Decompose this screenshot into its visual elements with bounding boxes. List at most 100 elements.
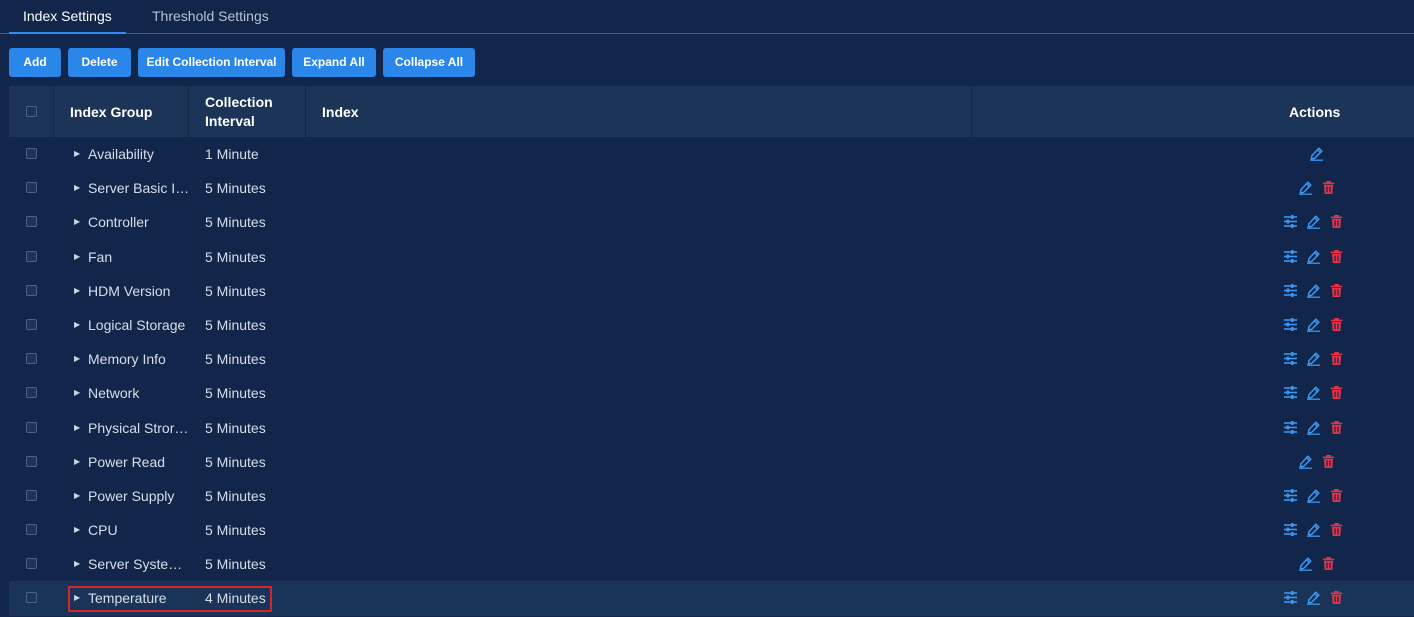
settings-sliders-icon[interactable]: [1283, 420, 1298, 435]
expand-caret-icon[interactable]: ▶: [74, 205, 80, 239]
edit-icon[interactable]: [1306, 351, 1321, 366]
tab-index-settings[interactable]: Index Settings: [9, 0, 126, 34]
row-checkbox[interactable]: [26, 216, 37, 228]
table-row[interactable]: ▶ Server Basic Info 5 Minutes: [9, 171, 1414, 206]
expand-caret-icon[interactable]: ▶: [74, 547, 80, 581]
edit-icon[interactable]: [1306, 522, 1321, 537]
index-group-name: Power Read: [88, 453, 166, 470]
expand-caret-icon[interactable]: ▶: [74, 274, 80, 308]
edit-icon[interactable]: [1306, 420, 1321, 435]
row-checkbox[interactable]: [26, 148, 37, 159]
edit-icon[interactable]: [1306, 214, 1321, 230]
settings-sliders-icon[interactable]: [1283, 249, 1298, 264]
row-checkbox[interactable]: [26, 455, 37, 467]
table-row[interactable]: ▶ Availability 1 Minute: [9, 137, 1414, 172]
delete-icon[interactable]: [1321, 454, 1336, 469]
index-group-name: Network: [88, 385, 140, 402]
expand-caret-icon[interactable]: ▶: [74, 479, 80, 513]
collection-interval-value: 5 Minutes: [205, 385, 266, 402]
collection-interval-value: 5 Minutes: [205, 282, 266, 299]
settings-sliders-icon[interactable]: [1283, 385, 1298, 400]
row-checkbox[interactable]: [26, 387, 37, 399]
index-group-name: Server Basic Info: [88, 180, 190, 197]
edit-icon[interactable]: [1309, 146, 1324, 161]
table-row[interactable]: ▶ Logical Storage 5 Minutes: [9, 307, 1414, 343]
expand-all-button[interactable]: Expand All: [292, 48, 376, 77]
table-row[interactable]: ▶ Controller 5 Minutes: [9, 205, 1414, 240]
add-button[interactable]: Add: [9, 48, 61, 77]
expand-caret-icon[interactable]: ▶: [74, 137, 80, 171]
row-checkbox[interactable]: [26, 421, 37, 433]
delete-button[interactable]: Delete: [68, 48, 131, 77]
edit-icon[interactable]: [1306, 317, 1321, 332]
table-row[interactable]: ▶ Power Supply 5 Minutes: [9, 478, 1414, 514]
delete-icon[interactable]: [1321, 556, 1336, 571]
edit-icon[interactable]: [1306, 590, 1321, 606]
edit-icon[interactable]: [1298, 454, 1313, 469]
delete-icon[interactable]: [1329, 488, 1344, 503]
delete-icon[interactable]: [1329, 249, 1344, 264]
collapse-all-button[interactable]: Collapse All: [383, 48, 475, 77]
table-row[interactable]: ▶ Power Read 5 Minutes: [9, 444, 1414, 479]
table-row[interactable]: ▶ Server System ... 5 Minutes: [9, 547, 1414, 582]
edit-icon[interactable]: [1306, 283, 1321, 298]
row-checkbox[interactable]: [26, 353, 37, 365]
table-row[interactable]: ▶ Temperature 4 Minutes: [9, 581, 1414, 616]
expand-caret-icon[interactable]: ▶: [74, 376, 80, 410]
row-checkbox[interactable]: [26, 592, 37, 604]
delete-icon[interactable]: [1329, 317, 1344, 332]
settings-sliders-icon[interactable]: [1283, 488, 1298, 503]
delete-icon[interactable]: [1329, 214, 1344, 229]
settings-sliders-icon[interactable]: [1283, 283, 1298, 298]
row-checkbox[interactable]: [26, 284, 37, 296]
collection-interval-value: 5 Minutes: [205, 316, 266, 333]
edit-icon[interactable]: [1306, 488, 1321, 503]
delete-icon[interactable]: [1329, 420, 1344, 435]
row-checkbox[interactable]: [26, 489, 37, 501]
delete-icon[interactable]: [1329, 522, 1344, 537]
table-row[interactable]: ▶ HDM Version 5 Minutes: [9, 273, 1414, 308]
delete-icon[interactable]: [1329, 385, 1344, 400]
row-checkbox[interactable]: [26, 524, 37, 536]
delete-icon[interactable]: [1329, 283, 1344, 298]
expand-caret-icon[interactable]: ▶: [74, 445, 80, 479]
expand-caret-icon[interactable]: ▶: [74, 411, 80, 445]
edit-collection-interval-button[interactable]: Edit Collection Interval: [138, 48, 285, 77]
edit-icon[interactable]: [1298, 180, 1313, 196]
expand-caret-icon[interactable]: ▶: [74, 513, 80, 547]
settings-sliders-icon[interactable]: [1283, 522, 1298, 537]
table-row[interactable]: ▶ Fan 5 Minutes: [9, 239, 1414, 274]
delete-icon[interactable]: [1329, 590, 1344, 605]
edit-icon[interactable]: [1306, 249, 1321, 264]
edit-icon[interactable]: [1298, 556, 1313, 572]
collection-interval-value: 4 Minutes: [205, 590, 266, 607]
expand-caret-icon[interactable]: ▶: [74, 240, 80, 274]
table-row[interactable]: ▶ CPU 5 Minutes: [9, 513, 1414, 548]
header-index: Index: [322, 103, 359, 120]
delete-icon[interactable]: [1321, 180, 1336, 195]
settings-sliders-icon[interactable]: [1283, 214, 1298, 229]
table-row[interactable]: ▶ Physical Strora... 5 Minutes: [9, 410, 1414, 445]
expand-caret-icon[interactable]: ▶: [74, 342, 80, 376]
edit-icon[interactable]: [1306, 385, 1321, 401]
collection-interval-value: 5 Minutes: [205, 522, 266, 539]
collection-interval-value: 5 Minutes: [205, 180, 266, 197]
collection-interval-value: 5 Minutes: [205, 351, 266, 368]
table-row[interactable]: ▶ Network 5 Minutes: [9, 376, 1414, 411]
expand-caret-icon[interactable]: ▶: [74, 581, 80, 615]
header-divider: [305, 86, 306, 137]
settings-sliders-icon[interactable]: [1283, 590, 1298, 605]
settings-sliders-icon[interactable]: [1283, 317, 1298, 332]
expand-caret-icon[interactable]: ▶: [74, 308, 80, 342]
row-checkbox[interactable]: [26, 558, 37, 570]
select-all-checkbox[interactable]: [26, 106, 37, 117]
row-checkbox[interactable]: [26, 182, 37, 194]
delete-icon[interactable]: [1329, 351, 1344, 366]
table-row[interactable]: ▶ Memory Info 5 Minutes: [9, 342, 1414, 377]
tab-threshold-settings[interactable]: Threshold Settings: [152, 0, 269, 33]
expand-caret-icon[interactable]: ▶: [74, 171, 80, 205]
row-checkbox[interactable]: [26, 318, 37, 330]
row-checkbox[interactable]: [26, 250, 37, 262]
settings-sliders-icon[interactable]: [1283, 351, 1298, 366]
collection-interval-value: 1 Minute: [205, 146, 259, 162]
